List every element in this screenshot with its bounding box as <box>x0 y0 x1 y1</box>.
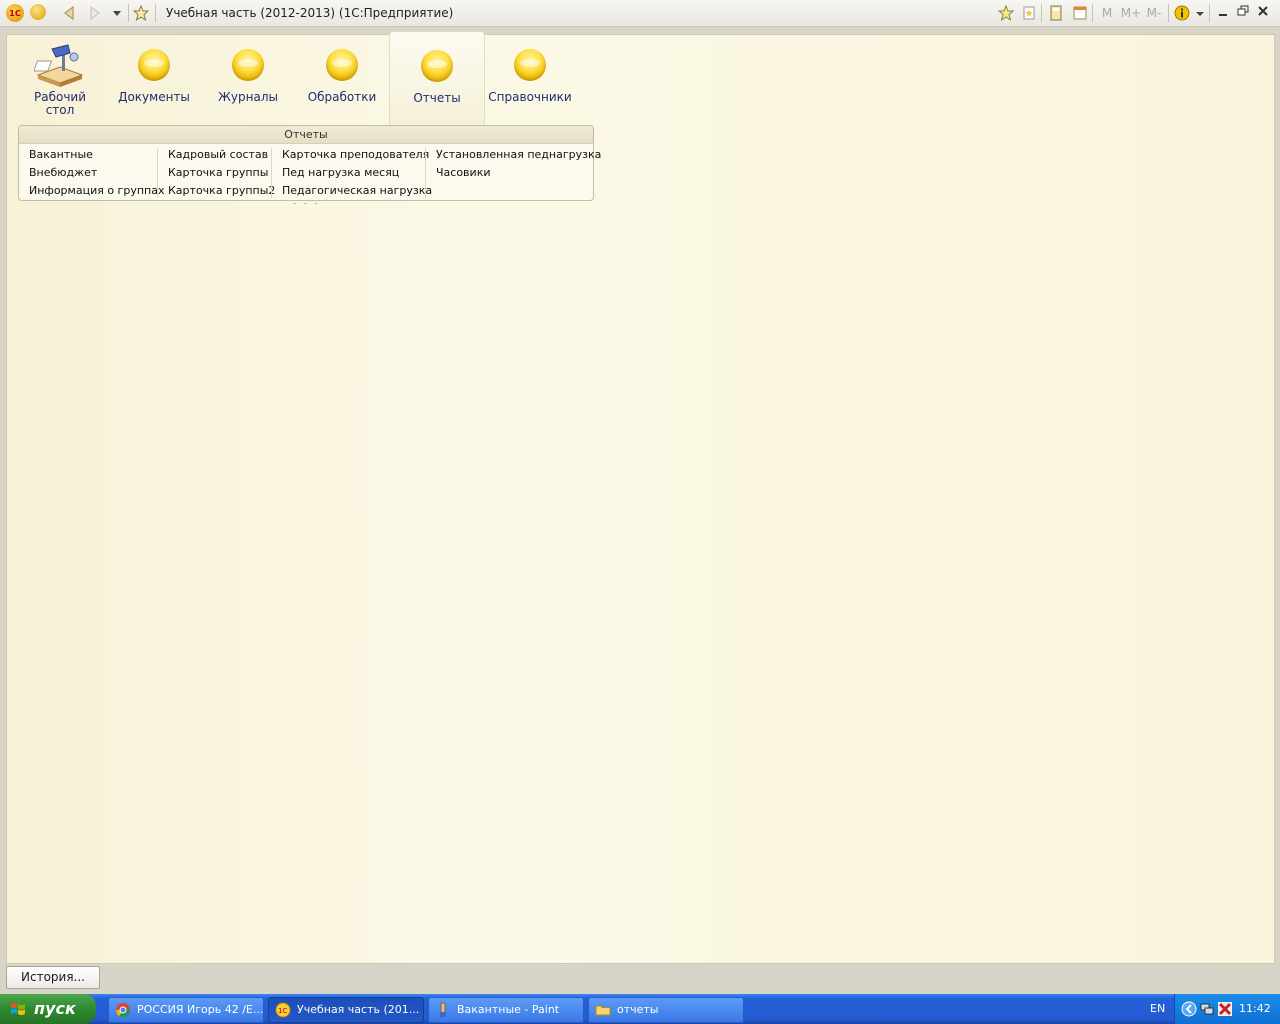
report-link-pedagogical-load[interactable]: Педагогическая нагрузка <box>282 182 432 200</box>
report-link-group-info[interactable]: Информация о группах <box>29 182 164 200</box>
window-title: Учебная часть (2012-2013) (1С:Предприяти… <box>166 6 454 20</box>
report-link-group-card-2[interactable]: Карточка группы2 <box>168 182 275 200</box>
section-catalogs[interactable]: Справочники <box>483 35 577 125</box>
section-label: Справочники <box>488 90 572 104</box>
section-journals[interactable]: Журналы <box>201 35 295 125</box>
minimize-icon[interactable] <box>1214 4 1232 22</box>
section-label: Журналы <box>218 90 278 104</box>
task-label: Вакантные - Paint <box>457 1003 560 1016</box>
tray-expand-icon[interactable] <box>1181 1001 1197 1017</box>
report-link-staff[interactable]: Кадровый состав <box>168 146 275 164</box>
calendar-icon[interactable] <box>1071 4 1089 22</box>
journals-icon <box>232 49 264 81</box>
reports-panel-title: Отчеты <box>19 126 593 144</box>
catalogs-icon <box>514 49 546 81</box>
system-tray: 11:42 <box>1174 994 1280 1024</box>
reports-column-1: Вакантные Внебюджет Информация о группах <box>29 146 164 200</box>
start-label: пуск <box>34 999 76 1018</box>
report-link-set-load[interactable]: Установленная педнагрузка <box>436 146 601 164</box>
task-label: РОССИЯ Игорь 42 /Е... <box>137 1003 264 1016</box>
restore-icon[interactable] <box>1234 4 1252 22</box>
1c-app-icon: 1С <box>275 1002 291 1018</box>
reports-icon <box>421 50 453 82</box>
reports-panel: Отчеты Вакантные Внебюджет Информация о … <box>18 125 601 201</box>
task-1c[interactable]: 1С Учебная часть (201... <box>268 997 424 1023</box>
calculator-icon[interactable] <box>1047 4 1065 22</box>
favorites-star-icon[interactable] <box>132 4 150 22</box>
panel-resize-grip[interactable]: ˘ ˘ ˘ <box>293 202 320 211</box>
task-label: Учебная часть (201... <box>297 1003 420 1016</box>
task-paint[interactable]: Вакантные - Paint <box>428 997 584 1023</box>
svg-text:1С: 1С <box>278 1007 287 1015</box>
favorites-list-icon[interactable] <box>1020 4 1038 22</box>
reports-column-4: Установленная педнагрузка Часовики <box>436 146 601 182</box>
forward-arrow-icon[interactable] <box>86 4 104 22</box>
section-label: Обработки <box>307 90 377 104</box>
report-link-group-card[interactable]: Карточка группы <box>168 164 275 182</box>
language-indicator[interactable]: EN <box>1150 1002 1165 1015</box>
section-panel: Рабочий стол Документы Журналы Обработки… <box>13 31 593 126</box>
add-favorite-icon[interactable] <box>997 4 1015 22</box>
memory-mplus-button[interactable]: M+ <box>1120 4 1142 22</box>
taskbar: пуск РОССИЯ Игорь 42 /Е... 1С Учебная ча… <box>0 994 1280 1024</box>
report-link-monthly-load[interactable]: Пед нагрузка месяц <box>282 164 432 182</box>
section-reports[interactable]: Отчеты <box>389 31 485 126</box>
paint-icon <box>440 1002 446 1017</box>
back-arrow-icon[interactable] <box>60 4 78 22</box>
clock[interactable]: 11:42 <box>1239 1002 1271 1015</box>
processing-icon <box>326 49 358 81</box>
section-processing[interactable]: Обработки <box>295 35 389 125</box>
desktop-icon <box>34 44 84 87</box>
task-folder[interactable]: отчеты <box>588 997 744 1023</box>
main-menu-button[interactable] <box>30 4 46 20</box>
title-bar: 1С Учебная часть (2012-2013) (1С:Предпри… <box>0 0 1280 27</box>
windows-flag-icon <box>11 1003 25 1015</box>
folder-icon <box>595 1005 611 1016</box>
start-button[interactable]: пуск <box>0 994 96 1024</box>
section-label: Отчеты <box>413 91 461 105</box>
reports-column-3: Карточка преподователя Пед нагрузка меся… <box>282 146 432 200</box>
info-icon[interactable] <box>1173 4 1191 22</box>
report-link-teacher-card[interactable]: Карточка преподователя <box>282 146 432 164</box>
close-icon[interactable] <box>1254 4 1272 22</box>
report-link-hourly[interactable]: Часовики <box>436 164 601 182</box>
memory-m-button[interactable]: M <box>1098 4 1116 22</box>
reports-column-2: Кадровый состав Карточка группы Карточка… <box>168 146 275 200</box>
info-dropdown-icon[interactable] <box>1191 4 1209 22</box>
1c-logo-icon[interactable]: 1С <box>6 4 24 22</box>
history-dropdown-icon[interactable] <box>108 4 126 22</box>
task-browser[interactable]: РОССИЯ Игорь 42 /Е... <box>108 997 264 1023</box>
report-link-vacant[interactable]: Вакантные <box>29 146 164 164</box>
section-label: Рабочий стол <box>33 90 87 117</box>
chrome-icon <box>116 1003 130 1017</box>
documents-icon <box>138 49 170 81</box>
section-label: Документы <box>118 90 190 104</box>
task-label: отчеты <box>617 1003 659 1016</box>
memory-mminus-button[interactable]: M- <box>1143 4 1165 22</box>
antivirus-icon[interactable] <box>1217 1001 1233 1017</box>
section-desktop[interactable]: Рабочий стол <box>13 35 107 125</box>
main-area: Рабочий стол Документы Журналы Обработки… <box>6 31 1275 964</box>
report-link-extrabudget[interactable]: Внебюджет <box>29 164 164 182</box>
network-icon[interactable] <box>1199 1001 1215 1017</box>
history-button[interactable]: История... <box>6 966 100 989</box>
section-documents[interactable]: Документы <box>107 35 201 125</box>
